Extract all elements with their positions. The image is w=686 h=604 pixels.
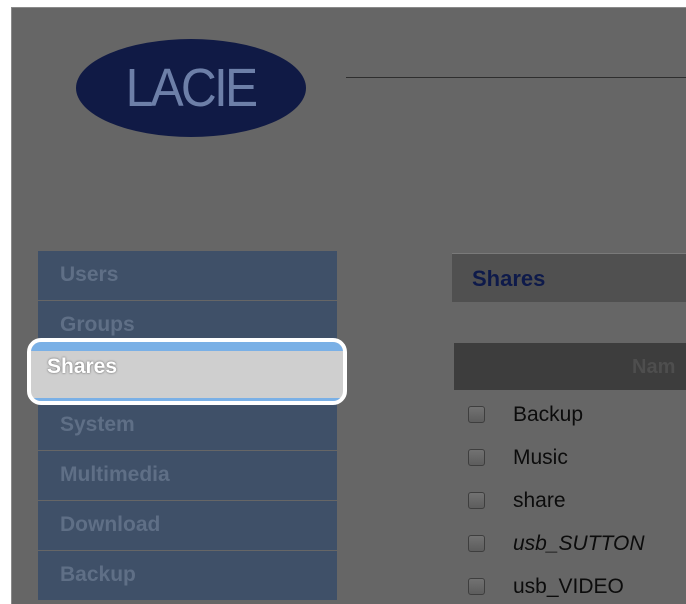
row-checkbox[interactable] — [468, 492, 485, 509]
column-header-name[interactable]: Nam — [632, 356, 675, 379]
sidebar-item-users[interactable]: Users — [38, 251, 337, 300]
header-divider — [346, 77, 686, 78]
row-checkbox[interactable] — [468, 578, 485, 595]
sidebar-item-shares-label: Shares — [47, 355, 118, 378]
share-name: Music — [513, 446, 568, 469]
sidebar-item-backup[interactable]: Backup — [38, 551, 337, 600]
section-header: Shares — [452, 253, 686, 302]
sidebar-item-download[interactable]: Download — [38, 501, 337, 550]
highlight-bottom-glow — [31, 398, 343, 401]
page-title: Shares — [472, 266, 546, 291]
share-name: share — [513, 489, 566, 512]
share-name: usb_VIDEO — [513, 575, 624, 598]
lacie-logo: LACIE — [76, 39, 306, 137]
sidebar-item-system[interactable]: System — [38, 401, 337, 450]
highlight-top-glow — [31, 342, 343, 351]
logo-text: LACIE — [126, 58, 259, 118]
row-checkbox[interactable] — [468, 406, 485, 423]
sidebar-item-shares[interactable]: Shares — [27, 338, 347, 405]
dimmed-page: LACIE Users Groups System Multimedia Dow… — [11, 7, 686, 604]
row-checkbox[interactable] — [468, 535, 485, 552]
sidebar-nav: Users Groups System Multimedia Download … — [38, 251, 337, 601]
table-header: Nam — [454, 343, 686, 390]
share-name: Backup — [513, 403, 584, 426]
share-name: usb_SUTTON — [513, 532, 645, 555]
sidebar-item-multimedia[interactable]: Multimedia — [38, 451, 337, 500]
row-checkbox[interactable] — [468, 449, 485, 466]
